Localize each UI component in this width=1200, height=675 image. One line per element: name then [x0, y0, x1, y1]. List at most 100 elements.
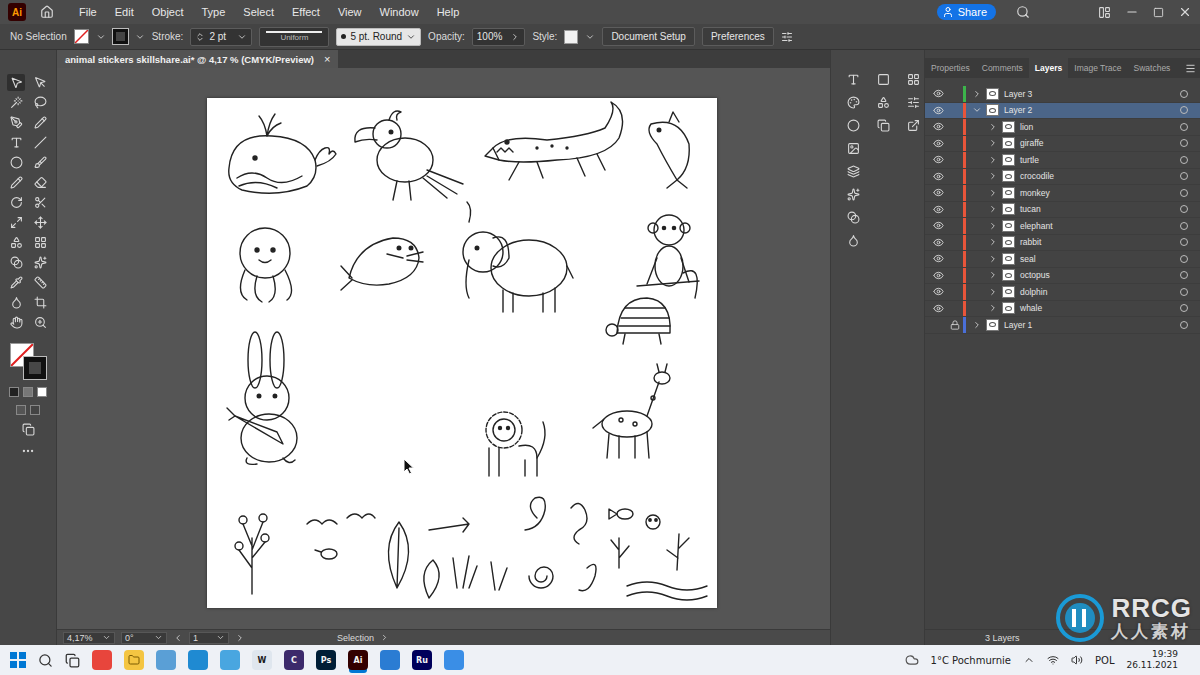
windows-start-icon[interactable]: [10, 652, 26, 668]
dock-button[interactable]: [843, 70, 863, 88]
monkey-drawing[interactable]: [637, 215, 699, 298]
expand-toggle[interactable]: [972, 105, 984, 115]
arrange-icon[interactable]: [781, 31, 793, 43]
dock-button[interactable]: [903, 93, 923, 111]
menu-item[interactable]: Type: [195, 4, 233, 20]
artboard[interactable]: [207, 98, 717, 608]
clock[interactable]: 19:3926.11.2021: [1126, 649, 1178, 671]
mode-button[interactable]: [30, 405, 40, 415]
tool-button[interactable]: [7, 294, 25, 311]
dock-button[interactable]: [843, 93, 863, 111]
seal-drawing[interactable]: [341, 238, 423, 290]
swirls-drawing[interactable]: [525, 497, 596, 591]
tool-button[interactable]: [7, 154, 25, 171]
dock-button[interactable]: [843, 208, 863, 226]
menu-item[interactable]: Object: [145, 4, 191, 20]
stroke-swatch-large[interactable]: [24, 357, 46, 379]
tool-button[interactable]: [31, 74, 49, 91]
panel-menu-icon[interactable]: [1185, 63, 1196, 74]
layer-target[interactable]: [1180, 156, 1188, 164]
expand-toggle[interactable]: [988, 122, 1000, 132]
expand-toggle[interactable]: [972, 320, 984, 330]
expand-toggle[interactable]: [988, 221, 1000, 231]
layer-target[interactable]: [1180, 321, 1188, 329]
layer-row[interactable]: elephant: [925, 218, 1200, 235]
menu-item[interactable]: View: [331, 4, 369, 20]
panel-tab[interactable]: Layers: [1029, 58, 1068, 78]
tool-button[interactable]: [7, 94, 25, 111]
tool-button[interactable]: [7, 174, 25, 191]
tool-button[interactable]: [7, 234, 25, 251]
giraffe-drawing[interactable]: [593, 364, 670, 458]
tool-button[interactable]: [31, 134, 49, 151]
previous-artboard-icon[interactable]: [173, 633, 183, 643]
expand-toggle[interactable]: [988, 237, 1000, 247]
layer-row[interactable]: turtle: [925, 152, 1200, 169]
tool-button[interactable]: [31, 234, 49, 251]
status-field[interactable]: 1: [189, 632, 229, 644]
rabbit-drawing[interactable]: [227, 332, 297, 464]
dock-button[interactable]: [843, 139, 863, 157]
layer-row[interactable]: octopus: [925, 268, 1200, 285]
tool-button[interactable]: [31, 194, 49, 211]
dock-button[interactable]: [873, 70, 893, 88]
tool-button[interactable]: [31, 294, 49, 311]
layer-target[interactable]: [1180, 271, 1188, 279]
expand-toggle[interactable]: [972, 89, 984, 99]
visibility-toggle[interactable]: [925, 303, 947, 314]
tool-button[interactable]: [7, 214, 25, 231]
layer-row[interactable]: whale: [925, 301, 1200, 318]
layer-row[interactable]: giraffe: [925, 136, 1200, 153]
tool-button[interactable]: [7, 254, 25, 271]
visibility-toggle[interactable]: [925, 220, 947, 231]
menu-item[interactable]: Help: [430, 4, 467, 20]
layer-target[interactable]: [1180, 304, 1188, 312]
next-artboard-icon[interactable]: [235, 633, 245, 643]
visibility-toggle[interactable]: [925, 187, 947, 198]
lion-drawing[interactable]: [486, 412, 545, 476]
layer-row[interactable]: Layer 1: [925, 317, 1200, 334]
style-swatch[interactable]: [564, 30, 578, 44]
visibility-toggle[interactable]: [925, 204, 947, 215]
menu-item[interactable]: Effect: [285, 4, 327, 20]
expand-toggle[interactable]: [988, 138, 1000, 148]
document-close-button[interactable]: ×: [324, 53, 330, 65]
dock-button[interactable]: [843, 185, 863, 203]
visibility-toggle[interactable]: [925, 88, 947, 99]
layer-target[interactable]: [1180, 205, 1188, 213]
layer-target[interactable]: [1180, 139, 1188, 147]
layer-row[interactable]: tucan: [925, 202, 1200, 219]
taskbar-app[interactable]: [220, 650, 240, 670]
taskbar-app[interactable]: C: [284, 650, 304, 670]
menu-item[interactable]: Edit: [108, 4, 141, 20]
status-field[interactable]: 4,17%: [63, 632, 115, 644]
fill-stroke-control[interactable]: [10, 343, 46, 379]
visibility-toggle[interactable]: [925, 253, 947, 264]
panel-tab[interactable]: Properties: [925, 58, 976, 78]
mode-button[interactable]: [37, 387, 47, 397]
tool-button[interactable]: [31, 114, 49, 131]
workspace-icon[interactable]: [1098, 6, 1111, 19]
birds-drawing[interactable]: [307, 514, 375, 559]
taskbar-app[interactable]: Ru: [412, 650, 432, 670]
tool-button[interactable]: [31, 154, 49, 171]
layer-target[interactable]: [1180, 255, 1188, 263]
dolphin-drawing[interactable]: [649, 112, 689, 188]
taskbar-app[interactable]: Ps: [316, 650, 336, 670]
dock-button[interactable]: [903, 116, 923, 134]
control-button[interactable]: Preferences: [702, 27, 774, 46]
tool-button[interactable]: [31, 214, 49, 231]
octopus-drawing[interactable]: [240, 228, 292, 302]
task-view-icon[interactable]: [65, 653, 80, 668]
tool-button[interactable]: [31, 174, 49, 191]
expand-toggle[interactable]: [988, 188, 1000, 198]
fill-swatch[interactable]: [74, 29, 89, 44]
dock-button[interactable]: [873, 116, 893, 134]
taskbar-app[interactable]: W: [252, 650, 272, 670]
layer-target[interactable]: [1180, 288, 1188, 296]
panel-tab[interactable]: Swatches: [1128, 58, 1177, 78]
layer-row[interactable]: monkey: [925, 185, 1200, 202]
control-field[interactable]: 100%: [472, 28, 526, 46]
visibility-toggle[interactable]: [925, 154, 947, 165]
visibility-toggle[interactable]: [925, 270, 947, 281]
